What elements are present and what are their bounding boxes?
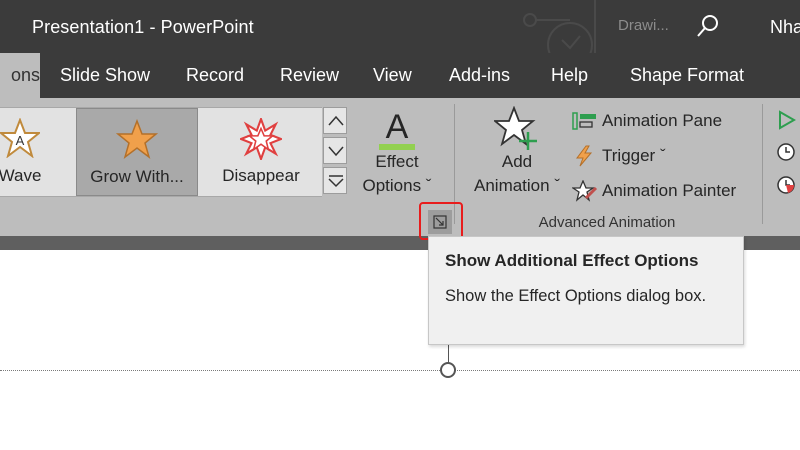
trigger-label: Trigger ˇ: [602, 146, 666, 165]
add-animation-label-1: Add: [501, 152, 533, 171]
tab-slide-show[interactable]: Slide Show: [60, 53, 150, 98]
gallery-item-grow-with[interactable]: Grow With...: [76, 108, 198, 196]
rotation-handle-stem: [448, 344, 449, 364]
gallery-more-button[interactable]: [323, 167, 347, 194]
gallery-item-label: Disappear: [222, 166, 300, 185]
search-hint[interactable]: Drawi...: [618, 17, 669, 34]
animation-painter-label: Animation Painter: [602, 181, 737, 200]
group-separator: [762, 104, 763, 224]
highlight-box: [419, 202, 463, 240]
disappear-star-icon: [240, 118, 282, 160]
ribbon: A Wave Grow With... Disappear A Effect O…: [0, 98, 800, 236]
window-title: Presentation1 - PowerPoint: [32, 17, 254, 37]
clock-icon[interactable]: [776, 142, 796, 162]
more-icon: [328, 175, 344, 188]
add-animation-button[interactable]: Add Animation ˇ: [464, 106, 570, 206]
tooltip: Show Additional Effect Options Show the …: [428, 236, 744, 345]
search-icon[interactable]: [696, 14, 720, 38]
animation-painter-icon: [572, 180, 598, 202]
effect-options-letter: A: [386, 108, 409, 146]
title-bar: Presentation1 - PowerPoint Drawi... Nha: [0, 0, 800, 53]
duration-clock-icon[interactable]: [776, 174, 798, 196]
tab-record[interactable]: Record: [186, 53, 244, 98]
ribbon-tabs: ons Slide Show Record Review View Add-in…: [0, 53, 800, 98]
chevron-up-icon: [328, 115, 344, 126]
grow-star-icon: [116, 119, 158, 159]
background-circuit-decoration: [523, 0, 596, 53]
gallery-item-disappear[interactable]: Disappear: [200, 108, 322, 196]
animation-gallery: A Wave Grow With... Disappear: [0, 107, 322, 197]
gallery-scroll-down-button[interactable]: [323, 137, 347, 164]
svg-text:A: A: [16, 133, 25, 148]
tab-animations[interactable]: ons: [0, 53, 40, 98]
add-animation-icon: [494, 106, 537, 150]
effect-options-label-2: Options ˇ: [362, 176, 432, 195]
tab-review[interactable]: Review: [280, 53, 339, 98]
play-icon[interactable]: [776, 110, 796, 130]
add-animation-label-2: Animation ˇ: [474, 176, 560, 195]
tab-view[interactable]: View: [373, 53, 412, 98]
gallery-scroll-up-button[interactable]: [323, 107, 347, 134]
group-label-advanced-animation: Advanced Animation: [538, 214, 676, 231]
shape-outline: [0, 370, 800, 371]
tab-shape-format[interactable]: Shape Format: [630, 53, 744, 98]
gallery-item-label: Wave: [0, 166, 42, 185]
animation-pane-label: Animation Pane: [602, 111, 723, 130]
effect-options-label-1: Effect: [375, 152, 419, 171]
tooltip-body: Show the Effect Options dialog box.: [445, 287, 707, 305]
lightning-icon: [576, 145, 593, 167]
tab-add-ins[interactable]: Add-ins: [449, 53, 510, 98]
wave-star-icon: A: [0, 118, 40, 158]
chevron-down-icon: [328, 146, 344, 157]
effect-options-button[interactable]: A Effect Options ˇ: [352, 106, 442, 206]
rotation-handle[interactable]: [440, 362, 456, 378]
effect-options-icon: A: [379, 108, 415, 150]
tab-help[interactable]: Help: [551, 53, 588, 98]
gallery-item-label: Grow With...: [90, 167, 184, 186]
tooltip-title: Show Additional Effect Options: [445, 251, 699, 270]
animation-pane-icon: [572, 112, 596, 130]
gallery-item-wave[interactable]: A Wave: [0, 108, 70, 196]
user-name[interactable]: Nha: [770, 17, 800, 38]
